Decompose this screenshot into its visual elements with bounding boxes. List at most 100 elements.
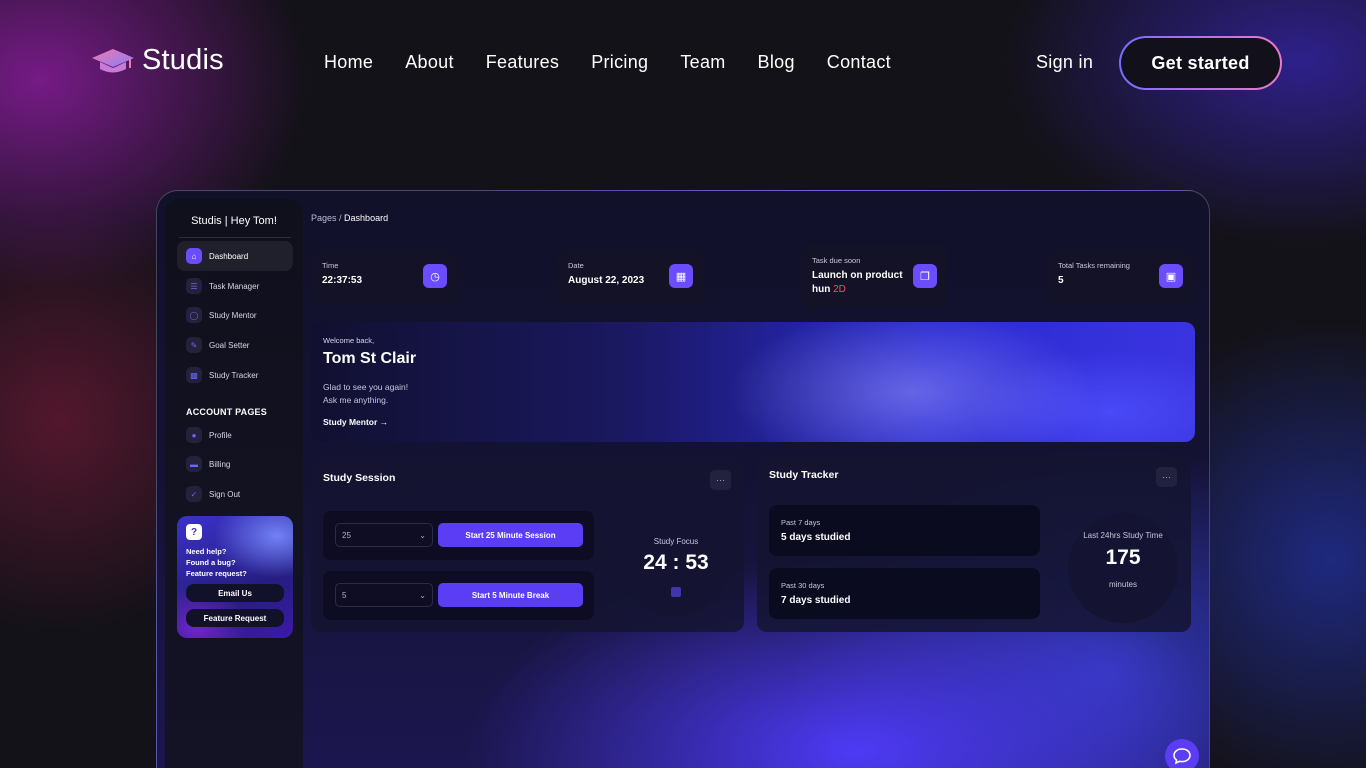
stat-label: Time — [322, 261, 339, 270]
help-card: ? Need help? Found a bug? Feature reques… — [177, 516, 293, 638]
chat-bubble-button[interactable] — [1165, 739, 1199, 768]
nav-link-features[interactable]: Features — [486, 52, 559, 73]
sidebar-item-label: Dashboard — [209, 251, 249, 261]
break-length-select[interactable]: 5 ⌄ — [335, 583, 433, 607]
more-menu-icon[interactable]: ··· — [710, 470, 731, 490]
sidebar-item-label: Billing — [209, 459, 231, 469]
account-pages-heading: ACCOUNT PAGES — [186, 407, 267, 417]
breadcrumb-current: Dashboard — [344, 213, 389, 223]
tracker-label: Past 30 days — [781, 581, 825, 590]
stat-card-tasks-remaining: Total Tasks remaining 5 ▣ — [1047, 249, 1194, 303]
help-text: Need help? Found a bug? Feature request? — [186, 546, 286, 579]
email-us-button[interactable]: Email Us — [186, 584, 284, 602]
sidebar-item-task-manager[interactable]: ☰ Task Manager — [177, 271, 293, 301]
calendar-icon: ▦ — [669, 264, 693, 288]
cart-icon: ▣ — [1159, 264, 1183, 288]
start-break-button[interactable]: Start 5 Minute Break — [438, 583, 583, 607]
stat-card-date: Date August 22, 2023 ▦ — [557, 249, 704, 303]
nav-link-team[interactable]: Team — [680, 52, 725, 73]
task-name: Launch on product hun — [812, 270, 903, 295]
graduation-cap-icon — [92, 48, 134, 72]
study-time-dial: Last 24hrs Study Time 175 minutes — [1068, 513, 1178, 623]
stop-icon[interactable] — [671, 587, 681, 597]
focus-timer: 24 : 53 — [643, 551, 709, 574]
question-icon: ? — [186, 524, 202, 540]
more-menu-icon[interactable]: ··· — [1156, 467, 1177, 487]
session-length-select[interactable]: 25 ⌄ — [335, 523, 433, 547]
study-tracker-panel: Study Tracker ··· Past 7 days 5 days stu… — [757, 456, 1191, 632]
stat-value: 5 — [1058, 275, 1064, 286]
breadcrumb-parent[interactable]: Pages — [311, 213, 337, 223]
stat-card-task-due: Task due soon Launch on product hun 2D ❐ — [801, 244, 948, 308]
dashboard-sidebar: Studis | Hey Tom! ⌂ Dashboard ☰ Task Man… — [165, 199, 303, 768]
sidebar-item-dashboard[interactable]: ⌂ Dashboard — [177, 241, 293, 271]
welcome-line: Glad to see you again! — [323, 382, 409, 392]
welcome-greeting: Welcome back, — [323, 336, 375, 345]
session-row: 25 ⌄ Start 25 Minute Session — [323, 511, 594, 560]
sign-in-link[interactable]: Sign in — [1036, 52, 1093, 73]
chevron-down-icon: ⌄ — [419, 590, 426, 600]
chevron-down-icon: ⌄ — [419, 530, 426, 540]
stat-card-time: Time 22:37:53 ◷ — [311, 249, 458, 303]
nav-links: Home About Features Pricing Team Blog Co… — [324, 52, 923, 73]
brand-name: Studis — [142, 44, 224, 76]
copy-icon: ❐ — [913, 264, 937, 288]
help-line: Found a bug? — [186, 558, 236, 567]
get-started-label: Get started — [1121, 38, 1280, 88]
select-value: 5 — [342, 590, 347, 600]
nav-link-home[interactable]: Home — [324, 52, 373, 73]
study-time-label: Last 24hrs Study Time — [1083, 531, 1163, 540]
nav-link-about[interactable]: About — [405, 52, 454, 73]
tracker-value: 7 days studied — [781, 595, 851, 606]
welcome-line: Ask me anything. — [323, 395, 389, 405]
sidebar-item-study-tracker[interactable]: ▩ Study Tracker — [177, 360, 293, 390]
nav-link-contact[interactable]: Contact — [827, 52, 891, 73]
breadcrumb: Pages / Dashboard — [311, 213, 388, 223]
brand-logo[interactable]: Studis — [90, 44, 224, 77]
feature-request-button[interactable]: Feature Request — [186, 609, 284, 627]
sidebar-item-sign-out[interactable]: ✓ Sign Out — [177, 479, 293, 509]
nav-link-pricing[interactable]: Pricing — [591, 52, 648, 73]
sidebar-item-label: Goal Setter — [209, 340, 250, 350]
break-row: 5 ⌄ Start 5 Minute Break — [323, 571, 594, 620]
stat-label: Total Tasks remaining — [1058, 261, 1130, 270]
chart-icon: ▩ — [186, 367, 202, 383]
list-icon: ☰ — [186, 278, 202, 294]
get-started-button[interactable]: Get started — [1119, 36, 1282, 90]
sidebar-item-study-mentor[interactable]: ◯ Study Mentor — [177, 300, 293, 330]
stat-label: Task due soon — [812, 256, 861, 265]
sidebar-item-label: Profile — [209, 430, 232, 440]
tracker-row-30-days: Past 30 days 7 days studied — [769, 568, 1040, 619]
chat-bubble-icon — [1173, 748, 1191, 765]
start-session-button[interactable]: Start 25 Minute Session — [438, 523, 583, 547]
sidebar-item-goal-setter[interactable]: ✎ Goal Setter — [177, 330, 293, 360]
user-name: Tom St Clair — [323, 350, 417, 367]
select-value: 25 — [342, 530, 351, 540]
top-navbar: Studis Home About Features Pricing Team … — [0, 0, 1366, 126]
pencil-icon: ✎ — [186, 337, 202, 353]
stat-value: 22:37:53 — [322, 275, 363, 286]
study-time-value: 175 — [1105, 546, 1141, 569]
tracker-row-7-days: Past 7 days 5 days studied — [769, 505, 1040, 556]
study-mentor-link[interactable]: Study Mentor → — [323, 417, 388, 427]
dashboard-preview: Studis | Hey Tom! ⌂ Dashboard ☰ Task Man… — [156, 190, 1210, 768]
tracker-value: 5 days studied — [781, 532, 851, 543]
sidebar-item-label: Sign Out — [209, 489, 241, 499]
panel-title: Study Session — [323, 472, 396, 484]
sidebar-item-label: Task Manager — [209, 281, 260, 291]
stat-label: Date — [568, 261, 584, 270]
sidebar-item-label: Study Tracker — [209, 370, 259, 380]
focus-timer-dial: Study Focus 24 : 53 — [621, 506, 731, 616]
sidebar-item-billing[interactable]: ▬ Billing — [177, 449, 293, 479]
stat-value: Launch on product hun 2D — [812, 269, 904, 297]
nav-link-blog[interactable]: Blog — [758, 52, 795, 73]
clock-icon: ◷ — [423, 264, 447, 288]
welcome-description: Glad to see you again! Ask me anything. — [323, 381, 443, 407]
tracker-label: Past 7 days — [781, 518, 821, 527]
sidebar-item-profile[interactable]: ● Profile — [177, 420, 293, 450]
sidebar-title: Studis | Hey Tom! — [191, 215, 277, 227]
card-icon: ▬ — [186, 456, 202, 472]
stat-value: August 22, 2023 — [568, 275, 645, 286]
due-badge: 2D — [833, 284, 846, 295]
focus-label: Study Focus — [653, 537, 699, 546]
